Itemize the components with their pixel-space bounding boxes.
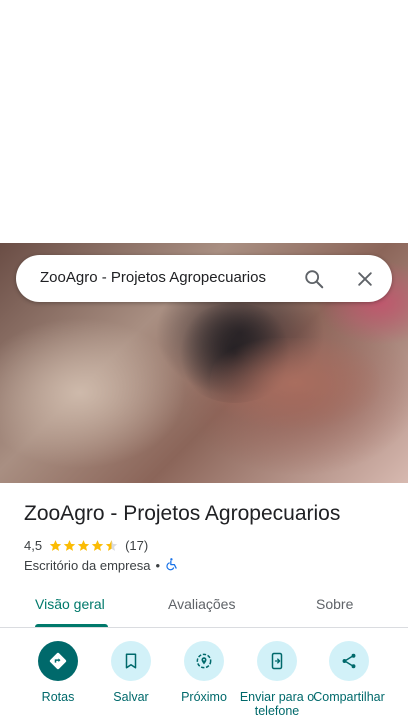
star-icon — [63, 539, 76, 551]
share-icon[interactable] — [329, 641, 369, 681]
rating-row[interactable]: 4,5 (17) — [24, 537, 148, 553]
save-button[interactable]: Salvar — [91, 641, 171, 704]
map-area-blank — [0, 0, 408, 243]
photo-highlight-region — [210, 338, 380, 428]
nearby-label: Próximo — [181, 690, 227, 704]
star-icon — [91, 539, 104, 551]
search-query-text[interactable]: ZooAgro - Projetos Agropecuarios — [40, 269, 266, 286]
directions-icon[interactable] — [38, 641, 78, 681]
review-count: (17) — [125, 537, 149, 553]
share-button[interactable]: Compartilhar — [309, 641, 389, 704]
rating-value: 4,5 — [24, 537, 43, 553]
wheelchair-accessible-icon — [165, 557, 179, 574]
send-to-phone-button[interactable]: Enviar para o telefone — [237, 641, 317, 718]
active-tab-indicator — [35, 624, 108, 627]
send-to-phone-icon[interactable] — [257, 641, 297, 681]
star-half-icon — [105, 539, 118, 551]
place-category: Escritório da empresa — [24, 557, 151, 573]
place-tabs: Visão geral Avaliações Sobre — [0, 588, 408, 628]
save-label: Salvar — [113, 690, 149, 704]
tab-overview[interactable]: Visão geral — [35, 596, 105, 612]
search-icon[interactable] — [298, 263, 330, 295]
star-icon — [49, 539, 62, 551]
directions-button[interactable]: Rotas — [18, 641, 98, 704]
nearby-button[interactable]: Próximo — [164, 641, 244, 704]
category-row: Escritório da empresa • — [24, 557, 179, 573]
star-icon — [77, 539, 90, 551]
tab-reviews[interactable]: Avaliações — [168, 596, 235, 612]
nearby-icon[interactable] — [184, 641, 224, 681]
directions-label: Rotas — [41, 690, 75, 704]
separator-dot: • — [155, 557, 161, 573]
place-title: ZooAgro - Projetos Agropecuarios — [24, 502, 341, 525]
tab-about[interactable]: Sobre — [316, 596, 353, 612]
close-icon[interactable] — [349, 263, 381, 295]
send-to-phone-label: Enviar para o telefone — [239, 690, 315, 718]
action-buttons-row: Rotas Salvar Próximo Enviar para o telef… — [0, 641, 408, 726]
rating-stars — [49, 539, 119, 552]
search-bar[interactable]: ZooAgro - Projetos Agropecuarios — [16, 255, 392, 302]
share-label: Compartilhar — [313, 690, 385, 704]
bookmark-icon[interactable] — [111, 641, 151, 681]
